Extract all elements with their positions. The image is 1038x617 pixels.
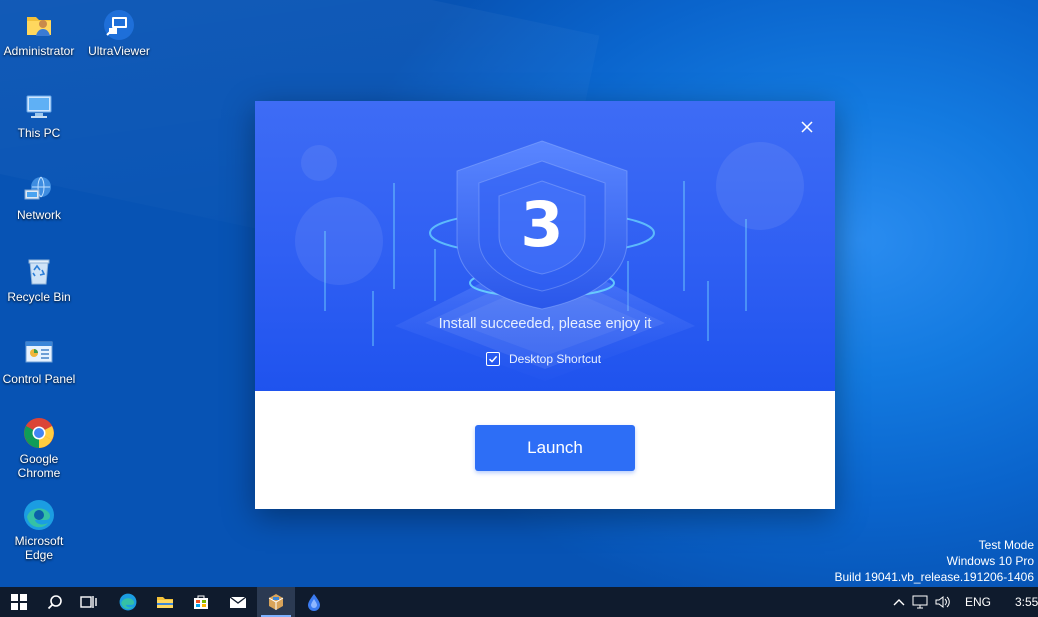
taskbar-app[interactable] [295,587,333,617]
desktop-icon-label: Network [16,208,61,222]
taskbar-store[interactable] [182,587,220,617]
start-icon [11,594,27,610]
checkmark-icon [488,355,498,363]
control-panel-icon [22,336,56,370]
desktop-shortcut-label: Desktop Shortcut [509,352,602,366]
desktop-icon-label: Recycle Bin [7,290,71,304]
desktop-icon-microsoft-edge[interactable]: Microsoft Edge [0,498,78,562]
network-status[interactable] [908,595,932,609]
taskbar: ENG 3:55 [0,587,1038,617]
user-folder-icon [22,8,56,42]
desktop-icon-administrator[interactable]: Administrator [0,8,78,58]
desktop-shortcut-option[interactable]: Desktop Shortcut [486,352,601,366]
close-icon [801,121,813,133]
desktop-icon-control-panel[interactable]: Control Panel [0,336,78,386]
dialog-hero: 3 Install succeeded, please enjoy it Des… [255,101,835,391]
app-icon [308,594,320,611]
desktop-icon-google-chrome[interactable]: Google Chrome [0,416,78,480]
network-icon [22,172,56,206]
success-message: Install succeeded, please enjoy it [438,316,652,332]
test-mode-watermark: Test Mode Windows 10 Pro Build 19041.vb_… [835,537,1035,585]
search-icon [47,595,62,610]
ultraviewer-icon [102,8,136,42]
mail-icon [229,596,247,608]
watermark-line: Test Mode [978,538,1034,552]
speaker-icon [935,596,950,608]
volume-control[interactable] [932,595,954,609]
task-view-button[interactable] [70,587,108,617]
app-logo: 3 [520,188,564,261]
desktop-icon-ultraviewer[interactable]: UltraViewer [80,8,158,58]
desktop-icon-label: Google Chrome [17,452,61,480]
network-tray-icon [912,595,928,609]
file-explorer-icon [157,597,173,608]
store-icon [194,595,208,609]
installer-icon [268,594,284,610]
install-success-dialog: 3 Install succeeded, please enjoy it Des… [255,101,835,509]
input-language[interactable]: ENG [965,595,1005,609]
taskbar-file-explorer[interactable] [146,587,184,617]
system-tray: ENG 3:55 [890,587,1038,617]
desktop-icon-label: This PC [17,126,61,140]
desktop-icon-label: Administrator [3,44,75,58]
desktop-icon-network[interactable]: Network [0,172,78,222]
launch-button[interactable]: Launch [475,425,635,471]
watermark-line: Build 19041.vb_release.191206-1406 [834,570,1035,584]
taskbar-mail[interactable] [219,587,257,617]
taskbar-installer[interactable] [257,587,295,617]
taskbar-edge[interactable] [109,587,147,617]
desktop-icon-label: UltraViewer [88,44,150,58]
desktop-icon-label: Control Panel [2,372,76,386]
chrome-icon [22,416,56,450]
recycle-bin-icon [22,254,56,288]
computer-icon [22,90,56,124]
desktop-icon-this-pc[interactable]: This PC [0,90,78,140]
close-button[interactable] [797,117,817,137]
clock[interactable]: 3:55 [1015,595,1038,609]
desktop-icon-label: Microsoft Edge [14,534,64,562]
task-view-icon [80,596,97,608]
desktop-shortcut-checkbox[interactable] [486,352,500,366]
start-button[interactable] [0,587,38,617]
edge-icon [119,593,137,611]
chevron-up-icon [893,599,905,606]
edge-icon [22,498,56,532]
watermark-line: Windows 10 Pro [946,554,1034,568]
search-button[interactable] [36,587,74,617]
show-hidden-icons[interactable] [890,598,908,606]
desktop-icon-recycle-bin[interactable]: Recycle Bin [0,254,78,304]
